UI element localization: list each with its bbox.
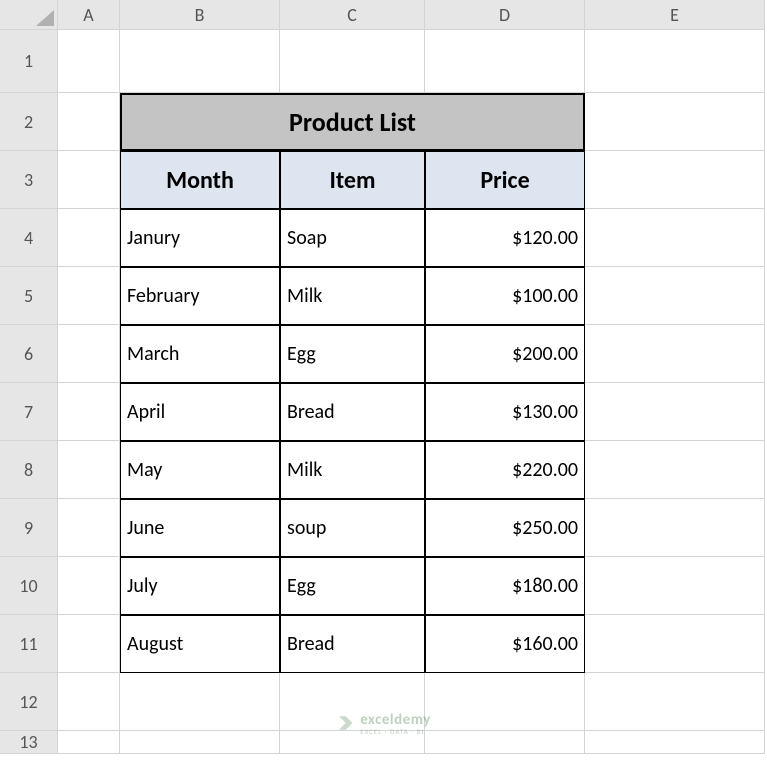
col-header-b[interactable]: B xyxy=(120,0,280,30)
cell-month-6[interactable]: July xyxy=(120,557,280,615)
header-month[interactable]: Month xyxy=(120,151,280,209)
watermark-sub: EXCEL · DATA · BI xyxy=(360,727,431,736)
table-title[interactable]: Product List xyxy=(120,93,585,151)
cell-item-4[interactable]: Milk xyxy=(280,441,425,499)
cell-item-5[interactable]: soup xyxy=(280,499,425,557)
row-header-7[interactable]: 7 xyxy=(0,383,58,441)
cell-e8[interactable] xyxy=(585,441,765,499)
cell-a4[interactable] xyxy=(58,209,120,267)
header-item[interactable]: Item xyxy=(280,151,425,209)
cell-item-1[interactable]: Milk xyxy=(280,267,425,325)
cell-price-0[interactable]: $120.00 xyxy=(425,209,585,267)
row-header-4[interactable]: 4 xyxy=(0,209,58,267)
cell-e6[interactable] xyxy=(585,325,765,383)
row-header-2[interactable]: 2 xyxy=(0,93,58,151)
cell-month-5[interactable]: June xyxy=(120,499,280,557)
cell-month-4[interactable]: May xyxy=(120,441,280,499)
cell-a12[interactable] xyxy=(58,673,120,731)
row-header-13[interactable]: 13 xyxy=(0,731,58,754)
cell-price-2[interactable]: $200.00 xyxy=(425,325,585,383)
cell-e1[interactable] xyxy=(585,30,765,93)
row-header-3[interactable]: 3 xyxy=(0,151,58,209)
cell-a9[interactable] xyxy=(58,499,120,557)
header-price[interactable]: Price xyxy=(425,151,585,209)
col-header-e[interactable]: E xyxy=(585,0,765,30)
cell-a7[interactable] xyxy=(58,383,120,441)
cell-month-7[interactable]: August xyxy=(120,615,280,673)
cell-b1[interactable] xyxy=(120,30,280,93)
cell-e3[interactable] xyxy=(585,151,765,209)
cell-month-0[interactable]: Janury xyxy=(120,209,280,267)
watermark-text-block: exceldemy EXCEL · DATA · BI xyxy=(360,710,431,736)
row-header-1[interactable]: 1 xyxy=(0,30,58,93)
cell-d1[interactable] xyxy=(425,30,585,93)
cell-month-2[interactable]: March xyxy=(120,325,280,383)
cell-e7[interactable] xyxy=(585,383,765,441)
cell-a6[interactable] xyxy=(58,325,120,383)
cell-e2[interactable] xyxy=(585,93,765,151)
cell-item-3[interactable]: Bread xyxy=(280,383,425,441)
cell-a3[interactable] xyxy=(58,151,120,209)
select-all-corner[interactable] xyxy=(0,0,58,30)
cell-item-7[interactable]: Bread xyxy=(280,615,425,673)
cell-e4[interactable] xyxy=(585,209,765,267)
cell-month-1[interactable]: February xyxy=(120,267,280,325)
cell-price-5[interactable]: $250.00 xyxy=(425,499,585,557)
row-header-8[interactable]: 8 xyxy=(0,441,58,499)
cell-b13[interactable] xyxy=(120,731,280,754)
row-header-5[interactable]: 5 xyxy=(0,267,58,325)
row-header-10[interactable]: 10 xyxy=(0,557,58,615)
cell-d12[interactable] xyxy=(425,673,585,731)
cell-price-4[interactable]: $220.00 xyxy=(425,441,585,499)
watermark-icon xyxy=(336,714,354,732)
cell-a8[interactable] xyxy=(58,441,120,499)
cell-a5[interactable] xyxy=(58,267,120,325)
row-header-11[interactable]: 11 xyxy=(0,615,58,673)
cell-e5[interactable] xyxy=(585,267,765,325)
watermark: exceldemy EXCEL · DATA · BI xyxy=(336,710,431,736)
col-header-a[interactable]: A xyxy=(58,0,120,30)
cell-e9[interactable] xyxy=(585,499,765,557)
cell-e11[interactable] xyxy=(585,615,765,673)
cell-price-1[interactable]: $100.00 xyxy=(425,267,585,325)
cell-a11[interactable] xyxy=(58,615,120,673)
row-header-12[interactable]: 12 xyxy=(0,673,58,731)
cell-e12[interactable] xyxy=(585,673,765,731)
spreadsheet-grid: A B C D E 1 2 Product List 3 Month Item … xyxy=(0,0,767,754)
cell-item-0[interactable]: Soap xyxy=(280,209,425,267)
cell-c1[interactable] xyxy=(280,30,425,93)
cell-e10[interactable] xyxy=(585,557,765,615)
col-header-d[interactable]: D xyxy=(425,0,585,30)
cell-price-3[interactable]: $130.00 xyxy=(425,383,585,441)
cell-a13[interactable] xyxy=(58,731,120,754)
cell-b12[interactable] xyxy=(120,673,280,731)
cell-month-3[interactable]: April xyxy=(120,383,280,441)
row-header-6[interactable]: 6 xyxy=(0,325,58,383)
cell-price-7[interactable]: $160.00 xyxy=(425,615,585,673)
cell-d13[interactable] xyxy=(425,731,585,754)
cell-a1[interactable] xyxy=(58,30,120,93)
cell-item-2[interactable]: Egg xyxy=(280,325,425,383)
cell-price-6[interactable]: $180.00 xyxy=(425,557,585,615)
col-header-c[interactable]: C xyxy=(280,0,425,30)
row-header-9[interactable]: 9 xyxy=(0,499,58,557)
cell-item-6[interactable]: Egg xyxy=(280,557,425,615)
cell-e13[interactable] xyxy=(585,731,765,754)
cell-a2[interactable] xyxy=(58,93,120,151)
cell-a10[interactable] xyxy=(58,557,120,615)
